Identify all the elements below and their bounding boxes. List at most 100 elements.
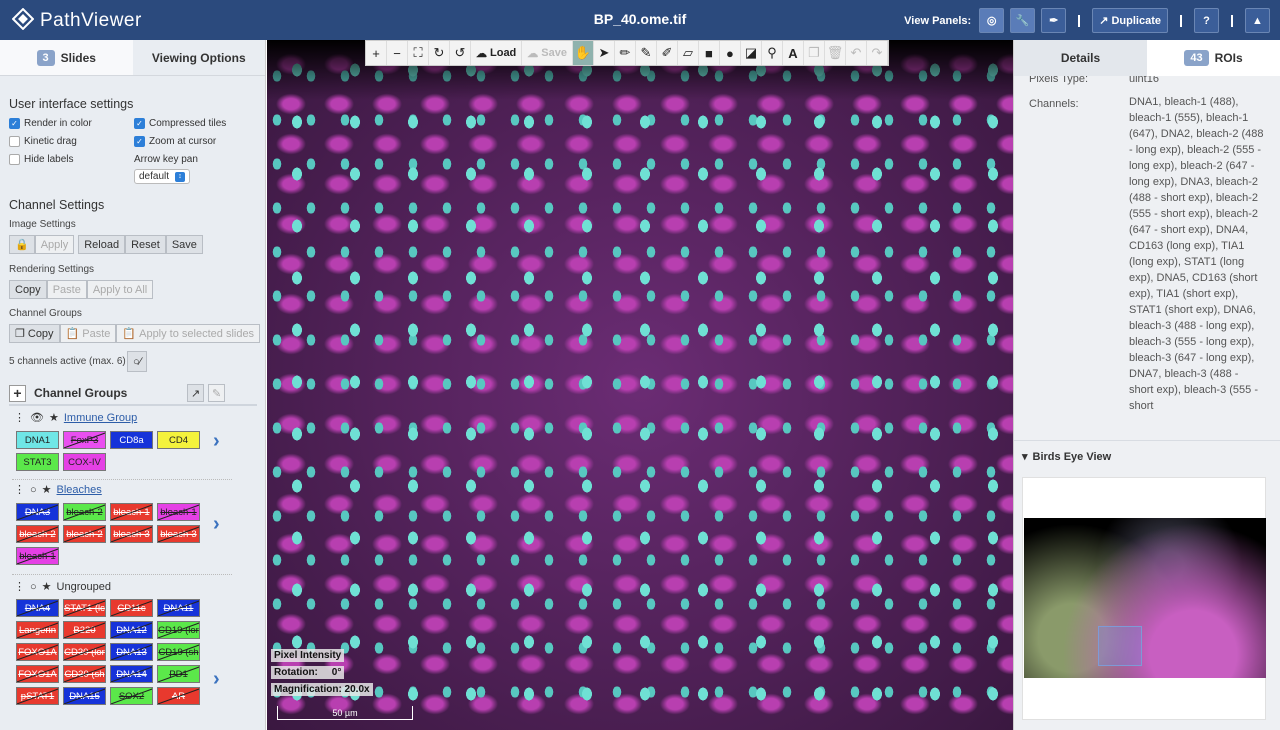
apply-to-all-button[interactable]: Apply to All (86, 280, 154, 299)
channel-chip[interactable]: DNA15 (63, 687, 106, 705)
channel-chip[interactable]: COX-IV (63, 453, 106, 471)
channel-chip[interactable]: SOX2 (110, 687, 153, 705)
option-hide-labels[interactable]: Hide labels (9, 154, 73, 165)
paste-rendering-button[interactable]: Paste (46, 280, 87, 299)
birds-eye-header[interactable]: ▾ Birds Eye View (1022, 450, 1111, 464)
freehand-tool-button[interactable]: ✐ (657, 41, 678, 65)
channel-chip[interactable]: bleach-3 (157, 525, 200, 543)
arrow-key-pan-select[interactable]: default ↕ (134, 169, 191, 184)
channel-chip[interactable]: CD4 (157, 431, 200, 449)
pen-tool-button[interactable]: ✏ (615, 41, 636, 65)
polygon-tool-button[interactable]: ▱ (678, 41, 699, 65)
channel-chip[interactable]: bleach-2 (63, 525, 106, 543)
star-icon[interactable]: ★ (42, 580, 52, 593)
star-icon[interactable]: ★ (49, 411, 59, 424)
channel-chip[interactable]: PD1 (157, 665, 200, 683)
wrench-panel-button[interactable]: 🔧 (1010, 8, 1036, 33)
eye-icon[interactable]: 👁 (30, 411, 44, 424)
ellipse-tool-button[interactable]: ● (720, 41, 741, 65)
logo[interactable]: PathViewer (11, 7, 142, 33)
chevron-right-icon[interactable]: › (213, 668, 220, 691)
channel-chip[interactable]: DNA14 (110, 665, 153, 683)
drag-handle-icon[interactable]: ⋮ (14, 580, 25, 593)
edit-groups-button[interactable]: ✎ (208, 384, 226, 402)
pen-line-tool-button[interactable]: ✎ (636, 41, 657, 65)
channel-chip[interactable]: DNA13 (110, 643, 153, 661)
copy-groups-button[interactable]: ❐ Copy (9, 324, 60, 343)
channel-chip[interactable]: bleach-1 (157, 503, 200, 521)
apply-button[interactable]: Apply (34, 235, 75, 254)
undo-button[interactable]: ↶ (846, 41, 867, 65)
channel-chip[interactable]: DNA3 (16, 503, 59, 521)
viewport-indicator[interactable] (1098, 626, 1142, 666)
image-viewer[interactable]: + − ⛶ ↻ ↺ ☁ Load ☁ Save ✋ ➤ ✏ ✎ ✐ ▱ ■ ● ◪ … (267, 40, 1013, 730)
chevron-right-icon[interactable]: › (213, 513, 220, 536)
tab-viewing-options[interactable]: Viewing Options (132, 40, 265, 75)
eye-slash-icon[interactable]: ○ (30, 581, 37, 593)
channel-chip[interactable]: bleach-3 (110, 525, 153, 543)
paste-groups-button[interactable]: 📋 Paste (59, 324, 117, 343)
channel-chip[interactable]: FOXO1A (16, 665, 59, 683)
channel-chip[interactable]: pSTAT1 (16, 687, 59, 705)
channel-group-header[interactable]: ⋮ ○ ★ Ungrouped (14, 580, 111, 594)
point-tool-button[interactable]: ⚲ (762, 41, 783, 65)
chevron-right-icon[interactable]: › (213, 430, 220, 453)
channel-group-header[interactable]: ⋮ ○ ★ Bleaches (14, 483, 102, 497)
zoom-in-button[interactable]: + (366, 41, 387, 65)
eye-slash-icon[interactable]: ○ (30, 484, 37, 496)
text-tool-button[interactable]: A (783, 41, 804, 65)
channel-chip[interactable]: CD20 (sh (63, 665, 106, 683)
channel-group-header[interactable]: ⋮ 👁 ★ Immune Group (14, 411, 137, 425)
drag-handle-icon[interactable]: ⋮ (14, 411, 25, 424)
star-icon[interactable]: ★ (42, 483, 52, 496)
channel-chip[interactable]: CD8a (110, 431, 153, 449)
group-name[interactable]: Immune Group (64, 412, 137, 424)
tab-details[interactable]: Details (1014, 40, 1147, 76)
birds-eye-view[interactable] (1022, 477, 1266, 720)
channel-chip[interactable]: STAT3 (16, 453, 59, 471)
rectangle-tool-button[interactable]: ■ (699, 41, 720, 65)
redo-button[interactable]: ↷ (867, 41, 888, 65)
channel-chip[interactable]: CD20 (lor (63, 643, 106, 661)
save-button[interactable]: Save (165, 235, 203, 254)
option-kinetic-drag[interactable]: Kinetic drag (9, 136, 77, 147)
reload-button[interactable]: Reload (78, 235, 126, 254)
channel-chip[interactable]: DNA1 (16, 431, 59, 449)
group-name[interactable]: Bleaches (57, 484, 102, 496)
copy-rendering-button[interactable]: Copy (9, 280, 47, 299)
channel-chip[interactable]: DNA4 (16, 599, 59, 617)
drag-handle-icon[interactable]: ⋮ (14, 483, 25, 496)
copy-shape-button[interactable]: ❐ (804, 41, 825, 65)
channel-chip[interactable]: DNA12 (110, 621, 153, 639)
globe-panel-button[interactable]: ◎ (979, 8, 1005, 33)
apply-to-selected-button[interactable]: 📋 Apply to selected slides (116, 324, 261, 343)
channel-chip[interactable]: bleach-1 (110, 503, 153, 521)
channel-chip[interactable]: bleach-1 (16, 547, 59, 565)
zoom-out-button[interactable]: − (387, 41, 408, 65)
channel-chip[interactable]: STAT1 (lc (63, 599, 106, 617)
channel-chip[interactable]: FOXO1A (16, 643, 59, 661)
channel-chip[interactable]: bleach-2 (16, 525, 59, 543)
channel-chip[interactable]: bleach-2 (63, 503, 106, 521)
channel-chip[interactable]: FoxP3 (63, 431, 106, 449)
load-button[interactable]: ☁ Load (471, 41, 523, 65)
duplicate-button[interactable]: ↗ Duplicate (1092, 8, 1168, 33)
tab-rois[interactable]: 43 ROIs (1147, 40, 1280, 76)
select-tool-button[interactable]: ➤ (594, 41, 615, 65)
birds-eye-thumbnail[interactable] (1024, 518, 1266, 678)
rotate-ccw-button[interactable]: ↺ (450, 41, 471, 65)
export-groups-button[interactable]: ↗ (187, 384, 205, 402)
channel-chip[interactable]: CD11c (110, 599, 153, 617)
channel-chip[interactable]: CD19 (sh (157, 643, 200, 661)
channel-chip[interactable]: Langerin (16, 621, 59, 639)
tab-slides[interactable]: 3 Slides (0, 40, 133, 75)
lock-button[interactable]: 🔒 (9, 235, 35, 254)
save-viewer-button[interactable]: ☁ Save (522, 41, 573, 65)
help-button[interactable]: ? (1194, 8, 1219, 33)
fit-button[interactable]: ⛶ (408, 41, 429, 65)
option-zoom-at-cursor[interactable]: ✓ Zoom at cursor (134, 136, 216, 147)
add-group-button[interactable]: + (9, 384, 26, 402)
rotate-cw-button[interactable]: ↻ (429, 41, 450, 65)
channel-chip[interactable]: B220 (63, 621, 106, 639)
channel-chip[interactable]: CD19 (lor (157, 621, 200, 639)
